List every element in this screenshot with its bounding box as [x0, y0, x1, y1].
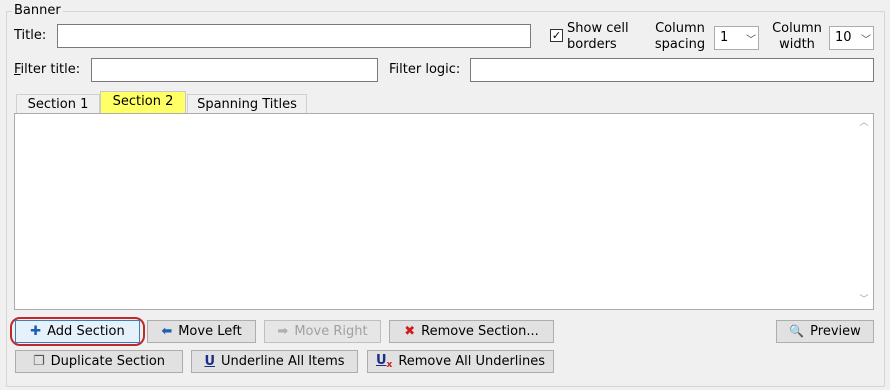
title-label: Title:	[14, 28, 47, 43]
add-section-label: Add Section	[47, 324, 125, 339]
underline-all-items-label: Underline All Items	[221, 354, 345, 369]
filter-logic-label: Filter logic:	[389, 62, 461, 77]
magnifier-icon: 🔍	[789, 324, 805, 338]
section-2-panel[interactable]: ︿ ﹀	[14, 113, 874, 310]
scroll-down-arrow-icon[interactable]: ﹀	[856, 292, 872, 308]
tab-spanning-titles[interactable]: Spanning Titles	[187, 94, 307, 114]
arrow-right-icon: ➡	[277, 324, 289, 339]
column-spacing-label: Column spacing	[654, 21, 706, 52]
red-x-icon: ✖	[404, 324, 416, 339]
move-right-label: Move Right	[294, 324, 368, 339]
show-cell-borders-checkbox[interactable]: ✓	[550, 29, 563, 42]
duplicate-section-label: Duplicate Section	[50, 354, 166, 369]
filter-title-label: Filter title:	[14, 62, 81, 77]
column-spacing-value: 1	[720, 30, 729, 45]
add-section-button[interactable]: ✚ Add Section	[15, 320, 140, 343]
filter-title-input[interactable]	[91, 58, 378, 82]
remove-all-underlines-label: Remove All Underlines	[398, 354, 546, 369]
chevron-down-icon: ﹀	[861, 34, 871, 46]
tab-section-2[interactable]: Section 2	[100, 91, 186, 114]
title-input[interactable]	[57, 24, 531, 48]
checkmark-icon: ✓	[551, 29, 562, 42]
preview-button[interactable]: 🔍 Preview	[776, 320, 874, 343]
column-spacing-select[interactable]: 1 ﹀	[714, 26, 759, 50]
duplicate-icon: ❐	[32, 354, 45, 369]
column-width-label: Column width	[772, 21, 822, 52]
banner-group-label: Banner	[12, 3, 63, 19]
filter-logic-input[interactable]	[470, 58, 874, 82]
move-left-button[interactable]: ⬅ Move Left	[147, 320, 256, 343]
plus-icon: ✚	[30, 324, 42, 339]
remove-all-underlines-button[interactable]: Ux Remove All Underlines	[367, 350, 554, 373]
tab-section-1[interactable]: Section 1	[16, 94, 100, 114]
column-width-select[interactable]: 10 ﹀	[829, 26, 874, 50]
arrow-left-icon: ⬅	[161, 324, 173, 339]
chevron-down-icon: ﹀	[746, 34, 756, 46]
remove-underline-icon: Ux	[375, 353, 393, 370]
duplicate-section-button[interactable]: ❐ Duplicate Section	[15, 350, 183, 373]
underline-icon: U	[204, 354, 215, 369]
move-right-button[interactable]: ➡ Move Right	[264, 320, 381, 343]
show-cell-borders-label: Show cell borders	[567, 21, 629, 52]
vertical-scrollbar[interactable]: ︿ ﹀	[856, 115, 872, 308]
underline-all-items-button[interactable]: U Underline All Items	[191, 350, 358, 373]
column-width-value: 10	[835, 30, 852, 45]
scroll-up-arrow-icon[interactable]: ︿	[856, 115, 872, 131]
remove-section-label: Remove Section...	[421, 324, 539, 339]
remove-section-button[interactable]: ✖ Remove Section...	[389, 320, 554, 343]
move-left-label: Move Left	[178, 324, 242, 339]
preview-label: Preview	[810, 324, 861, 339]
